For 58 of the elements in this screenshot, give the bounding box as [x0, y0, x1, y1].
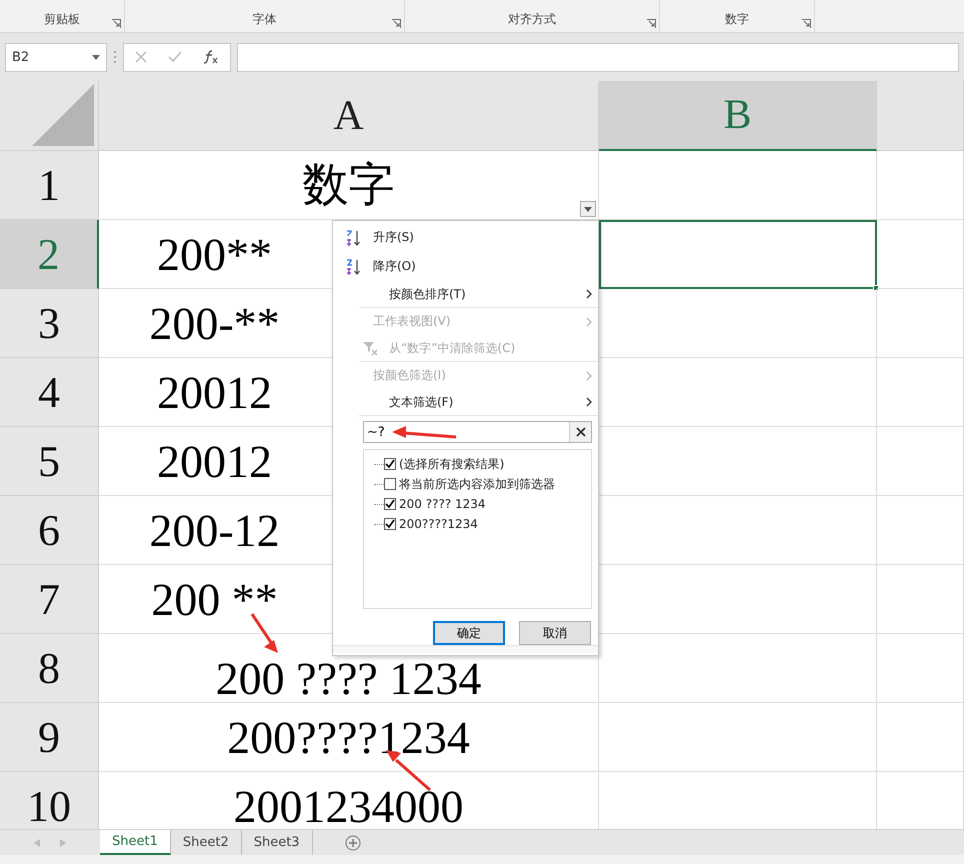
checkbox[interactable]	[384, 458, 396, 470]
cancel-button[interactable]: 取消	[519, 621, 591, 645]
search-field[interactable]: ~?	[363, 421, 592, 443]
value-label[interactable]: 200 ???? 1234	[399, 497, 486, 511]
sort-ascending-icon	[345, 228, 363, 246]
corner-triangle-icon	[32, 84, 94, 146]
row-header[interactable]: 9	[0, 703, 99, 772]
ok-button[interactable]: 确定	[433, 621, 505, 645]
column-header[interactable]: A	[99, 81, 599, 151]
caret-icon	[584, 206, 592, 212]
clear-search-button[interactable]	[569, 422, 591, 442]
dialog-launcher-icon[interactable]	[802, 19, 811, 28]
dropdown-caret-icon	[92, 54, 100, 60]
ribbon-group-label: 对齐方式	[508, 11, 556, 28]
value-label[interactable]: 200????1234	[399, 517, 478, 531]
menu-item[interactable]: 降序(O)	[333, 252, 598, 281]
dialog-launcher-icon[interactable]	[112, 19, 121, 28]
row-header[interactable]: 3	[0, 289, 99, 358]
chevron-right-icon	[586, 289, 592, 299]
clear-filter-icon	[362, 340, 378, 356]
checkmark-icon	[385, 459, 395, 469]
menu-item[interactable]: 升序(S)	[333, 223, 598, 252]
chevron-right-icon	[586, 316, 592, 326]
ribbon-group-label: 字体	[252, 11, 276, 28]
row-header[interactable]: 5	[0, 427, 99, 496]
menu-item[interactable]: 按颜色排序(T)	[359, 281, 598, 308]
checkbox[interactable]	[384, 498, 396, 510]
chevron-right-icon	[586, 370, 592, 380]
annotation-arrow	[250, 612, 280, 654]
column-header[interactable]: B	[599, 81, 877, 151]
check-icon[interactable]	[168, 51, 182, 63]
value-label[interactable]: (选择所有搜索结果)	[399, 456, 504, 472]
checkbox[interactable]	[384, 478, 396, 490]
checkbox[interactable]	[384, 518, 396, 530]
row-header[interactable]: 8	[0, 634, 99, 703]
grip-icon	[113, 50, 117, 64]
row-header[interactable]: 1	[0, 151, 99, 220]
value-label[interactable]: 将当前所选内容添加到筛选器	[399, 476, 555, 492]
row-header[interactable]: 10	[0, 772, 99, 829]
ribbon-group-label: 数字	[725, 11, 749, 28]
sheet-tab[interactable]: Sheet1	[100, 830, 171, 855]
resize-grip[interactable]	[333, 645, 598, 653]
sort-descending-icon	[345, 258, 363, 276]
row-header[interactable]: 2	[0, 220, 99, 289]
dialog-launcher-icon[interactable]	[647, 19, 656, 28]
row-header[interactable]: 6	[0, 496, 99, 565]
row-header[interactable]: 4	[0, 358, 99, 427]
filter-dropdown-button[interactable]	[580, 201, 596, 217]
close-icon	[576, 427, 586, 437]
formula-field[interactable]	[237, 42, 959, 72]
ribbon-group-label: 剪贴板	[44, 11, 80, 28]
row-header[interactable]: 7	[0, 565, 99, 634]
function-icon[interactable]	[203, 50, 220, 64]
menu-item[interactable]: 文本筛选(F)	[359, 389, 598, 416]
name-box[interactable]: B2	[5, 42, 107, 72]
add-sheet-icon[interactable]	[344, 835, 361, 851]
dialog-launcher-icon[interactable]	[392, 19, 401, 28]
chevron-right-icon	[586, 397, 592, 407]
